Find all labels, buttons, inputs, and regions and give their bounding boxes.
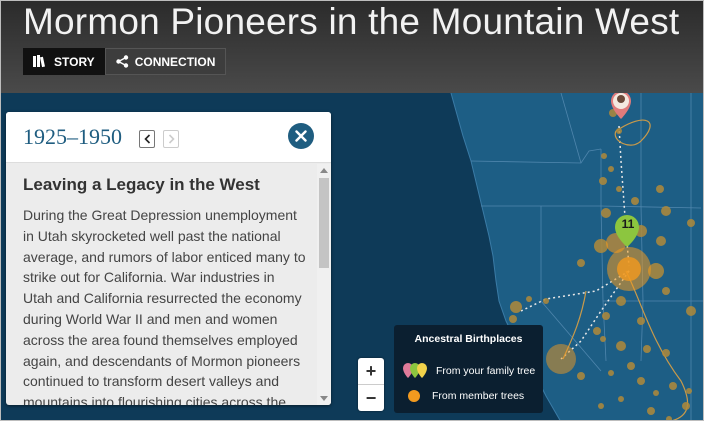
scroll-down-arrow[interactable]	[320, 396, 328, 401]
view-tabs: STORY CONNECTION	[23, 48, 227, 75]
chevron-right-icon	[168, 134, 175, 144]
page-title: Mormon Pioneers in the Mountain West	[23, 1, 680, 42]
prev-period-button[interactable]	[139, 130, 155, 148]
family-tree-pins-icon	[403, 363, 427, 378]
legend-row-member: From member trees	[402, 390, 524, 402]
period-label: 1925–1950	[23, 124, 122, 149]
chevron-left-icon	[143, 134, 150, 144]
next-period-button[interactable]	[163, 130, 179, 148]
close-icon	[295, 130, 307, 142]
scroll-up-arrow[interactable]	[320, 168, 328, 173]
app-frame: Mormon Pioneers in the Mountain West STO…	[0, 0, 704, 421]
marker-count: 11	[621, 217, 635, 231]
story-panel: 1925–1950 Leaving a Legacy in the West D…	[6, 112, 331, 405]
zoom-out-button[interactable]: −	[358, 385, 384, 411]
zoom-in-button[interactable]: +	[358, 358, 384, 385]
story-text: During the Great Depression unemployment…	[23, 207, 306, 405]
scroll-thumb[interactable]	[319, 178, 329, 268]
header: Mormon Pioneers in the Mountain West STO…	[1, 1, 703, 93]
close-panel-button[interactable]	[288, 123, 314, 149]
orange-dot-icon	[408, 390, 420, 402]
tab-story-label: STORY	[54, 54, 95, 69]
zoom-control: + −	[358, 358, 384, 411]
cluster-core	[617, 257, 641, 281]
legend-title: Ancestral Birthplaces	[414, 333, 523, 345]
legend-member-label: From member trees	[432, 390, 525, 402]
book-icon	[33, 55, 45, 68]
story-title: Leaving a Legacy in the West	[23, 175, 260, 194]
tab-connection-label: CONNECTION	[134, 54, 216, 69]
legend-family-label: From your family tree	[436, 365, 536, 377]
cluster-los-angeles[interactable]	[546, 344, 576, 374]
tab-story[interactable]: STORY	[23, 48, 105, 75]
legend-row-family: From your family tree	[402, 362, 535, 380]
share-icon	[115, 55, 128, 68]
story-panel-header: 1925–1950	[6, 112, 331, 163]
story-scrollbar[interactable]	[317, 164, 331, 405]
tab-connection[interactable]: CONNECTION	[104, 48, 227, 75]
map-legend: Ancestral Birthplaces From your family t…	[394, 325, 543, 413]
